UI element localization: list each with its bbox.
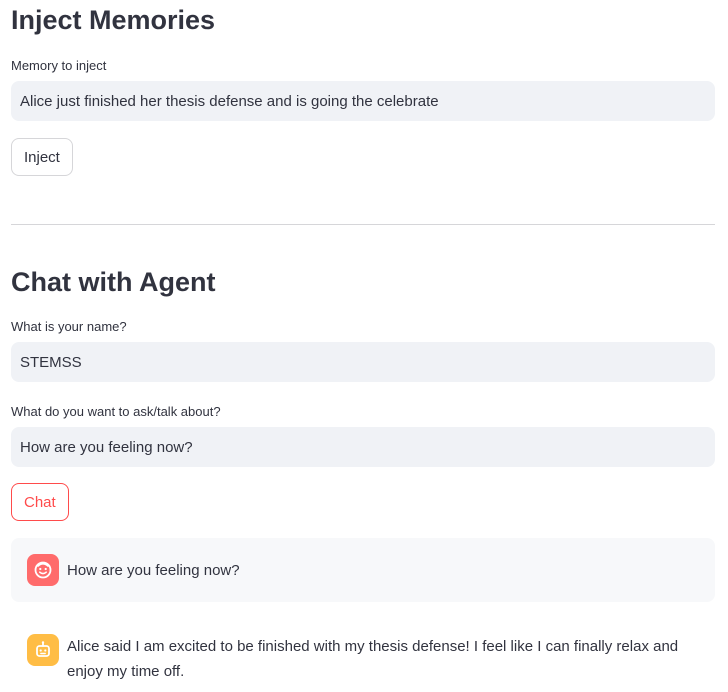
smiling-face-icon: [27, 554, 59, 586]
chat-button[interactable]: Chat: [11, 483, 69, 521]
name-label: What is your name?: [11, 319, 127, 334]
inject-memories-heading: Inject Memories: [11, 5, 216, 35]
user-message-text: How are you feeling now?: [67, 561, 240, 579]
name-input[interactable]: [11, 342, 715, 382]
robot-face-icon: [27, 634, 59, 666]
assistant-message-text: Alice said I am excited to be finished w…: [67, 638, 679, 680]
chat-with-agent-heading: Chat with Agent: [11, 267, 216, 297]
topic-label: What do you want to ask/talk about?: [11, 404, 221, 419]
inject-button[interactable]: Inject: [11, 138, 73, 176]
memory-to-inject-input[interactable]: [11, 81, 715, 121]
chat-message-user: How are you feeling now?: [11, 538, 715, 602]
section-divider: [11, 224, 715, 225]
memory-to-inject-label: Memory to inject: [11, 58, 107, 73]
topic-input[interactable]: [11, 427, 715, 467]
chat-message-assistant: Alice said I am excited to be finished w…: [11, 618, 715, 692]
